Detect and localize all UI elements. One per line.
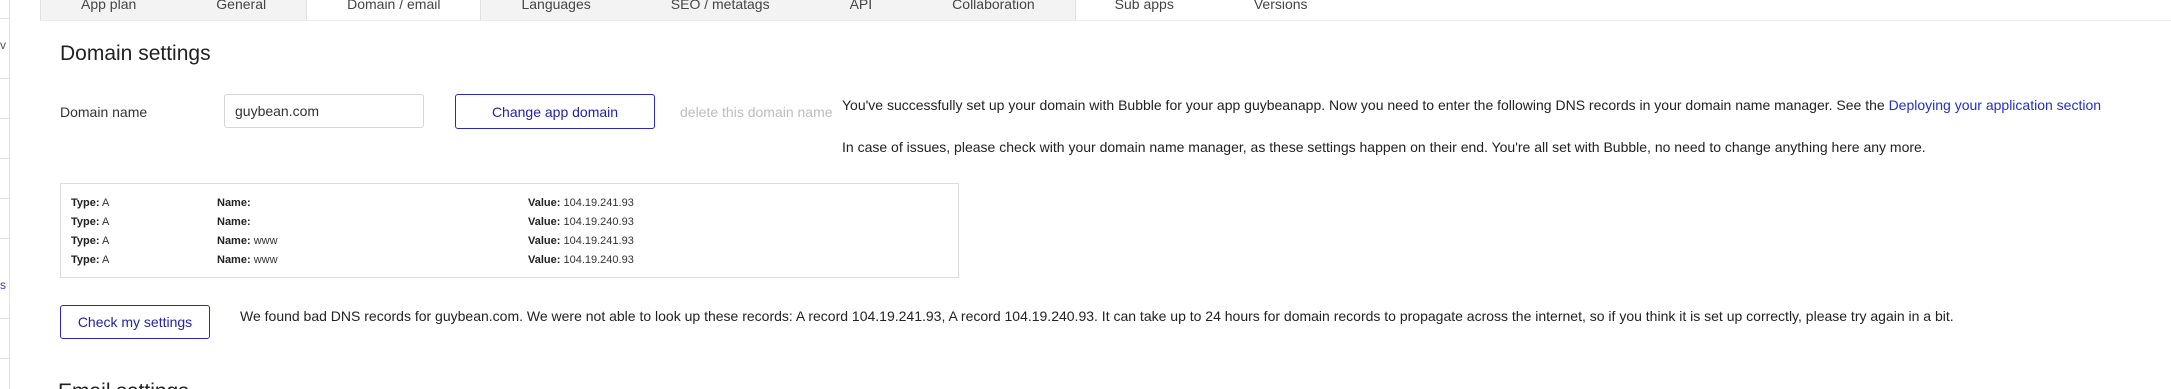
dns-name-label: Name: bbox=[217, 235, 251, 247]
dns-name-label: Name: bbox=[217, 197, 251, 209]
email-settings-title: Email settings bbox=[58, 380, 189, 389]
dns-name-label: Name: bbox=[217, 216, 251, 228]
dns-name-label: Name: bbox=[217, 254, 251, 266]
setup-info-prefix: You've successfully set up your domain w… bbox=[842, 97, 1889, 113]
sidebar-edge bbox=[0, 0, 10, 389]
tab-domain-email[interactable]: Domain / email bbox=[306, 0, 482, 20]
sidebar-divider bbox=[0, 358, 9, 359]
settings-tabs: App plan General Domain / email Language… bbox=[40, 0, 1308, 21]
dns-value-value: 104.19.241.93 bbox=[563, 235, 634, 247]
dns-value-label: Value: bbox=[528, 216, 561, 228]
section-title: Domain settings bbox=[60, 42, 211, 65]
domain-name-input[interactable] bbox=[224, 94, 424, 128]
dns-value-value: 104.19.241.93 bbox=[563, 197, 634, 209]
tab-sub-apps[interactable]: Sub apps bbox=[1075, 0, 1214, 20]
tab-api[interactable]: API bbox=[810, 0, 913, 20]
dns-record-row: Type: A Name: www Value: 104.19.240.93 bbox=[61, 254, 958, 273]
dns-type-value: A bbox=[101, 235, 110, 247]
dns-value-value: 104.19.240.93 bbox=[563, 254, 634, 266]
check-my-settings-button[interactable]: Check my settings bbox=[60, 305, 210, 339]
delete-domain-link[interactable]: delete this domain name bbox=[680, 104, 833, 120]
dns-type-label: Type: bbox=[71, 235, 100, 247]
dns-type-value: A bbox=[101, 254, 110, 266]
dns-value-value: 104.19.240.93 bbox=[563, 216, 634, 228]
dns-name-value: www bbox=[253, 235, 278, 247]
sidebar-fragment-bottom[interactable]: s bbox=[0, 278, 6, 292]
sidebar-divider bbox=[0, 118, 9, 119]
sidebar-divider bbox=[0, 198, 9, 199]
tab-versions[interactable]: Versions bbox=[1214, 0, 1348, 20]
tab-seo-metatags[interactable]: SEO / metatags bbox=[631, 0, 810, 20]
dns-value-label: Value: bbox=[528, 235, 561, 247]
dns-check-message: We found bad DNS records for guybean.com… bbox=[240, 308, 1954, 324]
issues-info-text: In case of issues, please check with you… bbox=[842, 139, 1926, 155]
dns-type-label: Type: bbox=[71, 254, 100, 266]
domain-name-label: Domain name bbox=[60, 104, 148, 120]
sidebar-fragment-top[interactable]: v bbox=[0, 38, 6, 52]
deploying-section-link[interactable]: Deploying your application section bbox=[1889, 97, 2101, 113]
sidebar-divider bbox=[0, 238, 9, 239]
dns-type-label: Type: bbox=[71, 216, 100, 228]
tabs-divider bbox=[40, 20, 2171, 21]
sidebar-divider bbox=[0, 318, 9, 319]
setup-info-text: You've successfully set up your domain w… bbox=[842, 97, 2101, 113]
tab-languages[interactable]: Languages bbox=[481, 0, 630, 20]
dns-record-row: Type: A Name: Value: 104.19.241.93 bbox=[61, 197, 958, 216]
dns-record-row: Type: A Name: Value: 104.19.240.93 bbox=[61, 216, 958, 235]
dns-value-label: Value: bbox=[528, 254, 561, 266]
sidebar-divider bbox=[0, 78, 9, 79]
dns-record-row: Type: A Name: www Value: 104.19.241.93 bbox=[61, 235, 958, 254]
domain-settings-page: v s App plan General Domain / email Lang… bbox=[0, 0, 2171, 389]
dns-type-value: A bbox=[101, 197, 110, 209]
dns-name-value: www bbox=[253, 254, 278, 266]
change-app-domain-button[interactable]: Change app domain bbox=[455, 94, 655, 129]
sidebar-divider bbox=[0, 158, 9, 159]
dns-records-box: Type: A Name: Value: 104.19.241.93 Type:… bbox=[60, 183, 959, 278]
tab-app-plan[interactable]: App plan bbox=[41, 0, 176, 20]
dns-type-value: A bbox=[101, 216, 110, 228]
tab-general[interactable]: General bbox=[176, 0, 306, 20]
sidebar-divider bbox=[0, 18, 9, 19]
tab-collaboration[interactable]: Collaboration bbox=[912, 0, 1075, 20]
dns-type-label: Type: bbox=[71, 197, 100, 209]
dns-value-label: Value: bbox=[528, 197, 561, 209]
